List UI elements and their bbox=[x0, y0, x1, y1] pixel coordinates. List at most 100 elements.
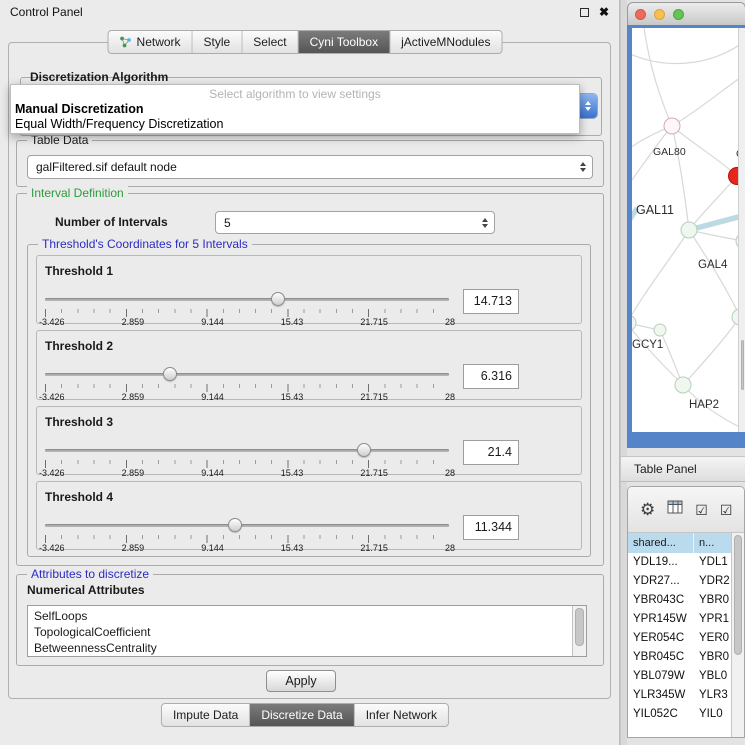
network-canvas[interactable]: GAL80GAGAL11GAL4GCY1HAP2 bbox=[632, 28, 745, 432]
threshold-value-field[interactable]: 11.344 bbox=[463, 515, 519, 540]
tick-label: 21.715 bbox=[360, 543, 388, 553]
network-node[interactable] bbox=[632, 315, 636, 331]
table-scrollbar[interactable] bbox=[731, 533, 744, 737]
menu-option-manual-discretization[interactable]: Manual Discretization bbox=[11, 102, 579, 117]
table-row[interactable]: YER054CYER0 bbox=[628, 629, 744, 648]
threshold-slider[interactable]: -3.4262.8599.14415.4321.71528 bbox=[45, 367, 449, 401]
table-cell[interactable]: YLR345W bbox=[628, 686, 694, 705]
slider-ticks bbox=[45, 535, 449, 543]
threshold-value-field[interactable]: 21.4 bbox=[463, 440, 519, 465]
slider-track[interactable] bbox=[45, 373, 449, 376]
stepper-arrows-icon[interactable] bbox=[579, 94, 597, 118]
scrollbar-thumb[interactable] bbox=[575, 608, 584, 646]
tick-label: 9.144 bbox=[201, 543, 224, 553]
table-data-combo[interactable]: galFiltered.sif default node bbox=[27, 155, 593, 179]
tick-label: -3.426 bbox=[39, 392, 65, 402]
scrollbar-thumb[interactable] bbox=[734, 535, 742, 655]
tick-label: 15.43 bbox=[281, 468, 304, 478]
gear-icon[interactable]: ⚙ bbox=[640, 501, 655, 518]
tab-infer-network[interactable]: Infer Network bbox=[354, 704, 448, 726]
table-row[interactable]: YPR145WYPR1 bbox=[628, 610, 744, 629]
network-node[interactable] bbox=[675, 377, 691, 393]
slider-thumb[interactable] bbox=[163, 367, 177, 381]
tick-label: 21.715 bbox=[360, 317, 388, 327]
slider-thumb[interactable] bbox=[271, 292, 285, 306]
slider-track[interactable] bbox=[45, 298, 449, 301]
menu-option-equal-width-frequency[interactable]: Equal Width/Frequency Discretization bbox=[11, 117, 579, 132]
network-node-label: GAL80 bbox=[653, 146, 686, 158]
network-node-label: HAP2 bbox=[689, 399, 719, 411]
table-cell[interactable]: YDL19... bbox=[628, 553, 694, 572]
table-cell[interactable]: YIL052C bbox=[628, 705, 694, 724]
tab-style[interactable]: Style bbox=[192, 31, 242, 53]
table-row[interactable]: YBR043CYBR0 bbox=[628, 591, 744, 610]
table-row[interactable]: YBR045CYBR0 bbox=[628, 648, 744, 667]
table-cell[interactable]: YPR145W bbox=[628, 610, 694, 629]
threshold-value-field[interactable]: 14.713 bbox=[463, 289, 519, 314]
table-row[interactable]: YDL19...YDL1 bbox=[628, 553, 744, 572]
slider-ticks bbox=[45, 309, 449, 317]
select-columns-icon[interactable]: ☑ bbox=[720, 503, 733, 517]
interval-definition-group: Interval Definition Number of Intervals … bbox=[16, 193, 604, 566]
tick-label: 2.859 bbox=[122, 468, 145, 478]
network-node[interactable] bbox=[681, 222, 697, 238]
apply-button[interactable]: Apply bbox=[266, 670, 336, 692]
select-all-columns-icon[interactable]: ☑ bbox=[695, 503, 708, 517]
tab-impute-data[interactable]: Impute Data bbox=[162, 704, 249, 726]
float-window-icon[interactable] bbox=[580, 8, 589, 17]
network-scrollbar[interactable] bbox=[738, 28, 745, 432]
table-cell[interactable]: YER054C bbox=[628, 629, 694, 648]
close-traffic-light-icon[interactable] bbox=[635, 9, 646, 20]
number-of-intervals-combo[interactable]: 5 bbox=[215, 211, 495, 234]
slider-tick-labels: -3.4262.8599.14415.4321.71528 bbox=[39, 543, 455, 553]
tick-label: 9.144 bbox=[201, 468, 224, 478]
network-frame: GAL80GAGAL11GAL4GCY1HAP2 bbox=[627, 25, 745, 448]
list-item[interactable]: TopologicalCoefficient bbox=[28, 624, 572, 640]
network-node[interactable] bbox=[664, 118, 680, 134]
slider-thumb[interactable] bbox=[228, 518, 242, 532]
list-item[interactable]: BetweennessCentrality bbox=[28, 640, 572, 656]
column-header-shared-name[interactable]: shared... bbox=[628, 533, 694, 553]
tab-select[interactable]: Select bbox=[241, 31, 297, 53]
slider-thumb[interactable] bbox=[357, 443, 371, 457]
table-cell[interactable]: YBL079W bbox=[628, 667, 694, 686]
thresholds-group: Threshold's Coordinates for 5 Intervals … bbox=[27, 244, 591, 557]
tab-network[interactable]: Network bbox=[109, 31, 192, 53]
stepper-arrows-icon bbox=[580, 162, 586, 172]
list-item[interactable]: SelfLoops bbox=[28, 608, 572, 624]
table-cell[interactable]: YDR27... bbox=[628, 572, 694, 591]
slider-track[interactable] bbox=[45, 524, 449, 527]
table-cell[interactable]: YBR043C bbox=[628, 591, 694, 610]
network-edge bbox=[632, 230, 689, 323]
tab-discretize-data[interactable]: Discretize Data bbox=[249, 704, 353, 726]
zoom-traffic-light-icon[interactable] bbox=[673, 9, 684, 20]
threshold-value-field[interactable]: 6.316 bbox=[463, 364, 519, 389]
minimize-traffic-light-icon[interactable] bbox=[654, 9, 665, 20]
threshold-panel: Threshold 4 -3.4262.8599.14415.4321.7152… bbox=[36, 481, 582, 550]
close-icon[interactable]: ✖ bbox=[599, 6, 609, 18]
tick-label: -3.426 bbox=[39, 468, 65, 478]
list-scrollbar[interactable] bbox=[572, 606, 586, 656]
panel-splitter[interactable] bbox=[620, 0, 627, 745]
tab-jactivemnodules[interactable]: jActiveMNodules bbox=[389, 31, 501, 53]
columns-icon[interactable] bbox=[667, 500, 683, 519]
table-cell[interactable]: YBR045C bbox=[628, 648, 694, 667]
network-node-label: GAL4 bbox=[698, 259, 728, 271]
table-row[interactable]: YDR27...YDR2 bbox=[628, 572, 744, 591]
tick-label: -3.426 bbox=[39, 543, 65, 553]
threshold-slider[interactable]: -3.4262.8599.14415.4321.71528 bbox=[45, 443, 449, 477]
tab-cyni-toolbox[interactable]: Cyni Toolbox bbox=[298, 31, 389, 53]
threshold-panel: Threshold 3 -3.4262.8599.14415.4321.7152… bbox=[36, 406, 582, 475]
chevron-down-icon bbox=[482, 224, 488, 228]
network-node[interactable] bbox=[654, 324, 666, 336]
network-edge bbox=[644, 28, 672, 126]
network-titlebar[interactable] bbox=[627, 2, 745, 25]
threshold-slider[interactable]: -3.4262.8599.14415.4321.71528 bbox=[45, 518, 449, 552]
slider-track[interactable] bbox=[45, 449, 449, 452]
table-row[interactable]: YLR345WYLR3 bbox=[628, 686, 744, 705]
scrollbar-thumb[interactable] bbox=[741, 340, 744, 390]
table-row[interactable]: YIL052CYIL0 bbox=[628, 705, 744, 724]
table-row[interactable]: YBL079WYBL0 bbox=[628, 667, 744, 686]
table-toolbar: ⚙ ☑ ☑ bbox=[628, 487, 744, 533]
threshold-slider[interactable]: -3.4262.8599.14415.4321.71528 bbox=[45, 292, 449, 326]
